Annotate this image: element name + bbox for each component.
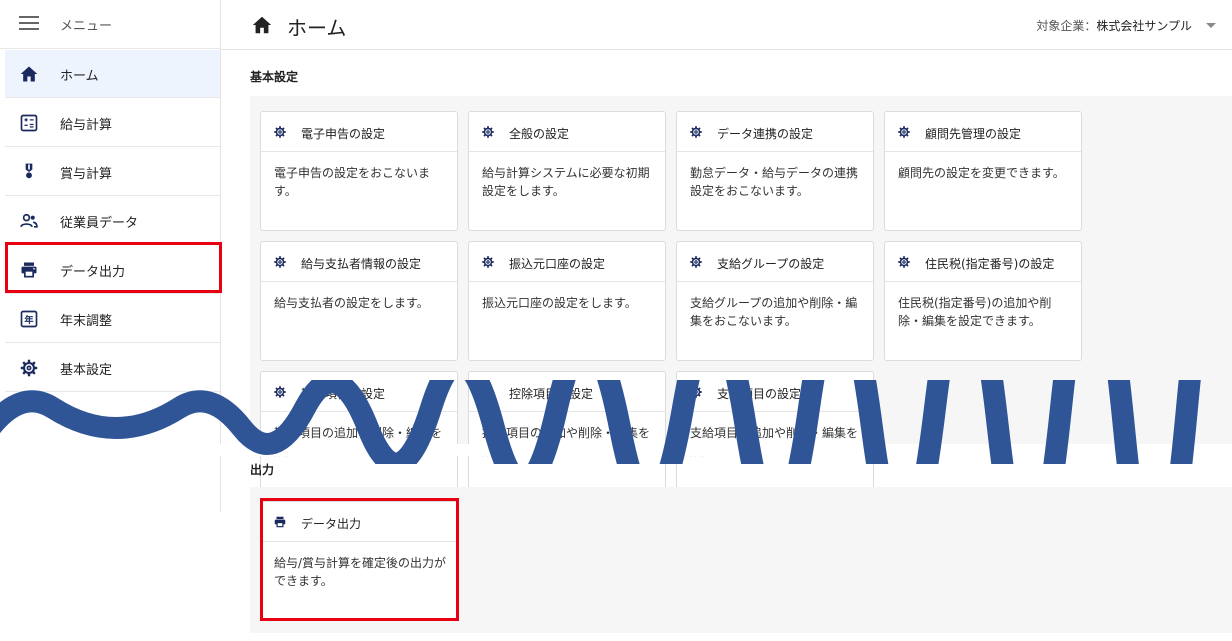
card-description: 顧問先の設定を変更できます。	[898, 166, 1065, 180]
sidebar-item-year-end[interactable]: 年 年末調整	[5, 295, 220, 343]
settings-card[interactable]: 顧問先管理の設定顧問先の設定を変更できます。	[884, 111, 1082, 231]
card-title: 電子申告の設定	[301, 127, 386, 141]
card-header: 全般の設定	[469, 112, 665, 152]
card-data-export[interactable]: データ出力 給与/賞与計算を確定後の出力ができます。	[260, 501, 458, 621]
settings-card[interactable]: 電子申告の設定電子申告の設定をおこないます。	[260, 111, 458, 231]
gear-icon	[481, 125, 495, 139]
gear-icon	[481, 255, 495, 269]
menu-header[interactable]: メニュー	[0, 0, 220, 49]
card-description: 給与/賞与計算を確定後の出力ができます。	[274, 556, 447, 588]
sidebar-item-employees[interactable]: 従業員データ	[5, 197, 220, 245]
menu-label: メニュー	[60, 19, 113, 34]
sidebar-item-label: ホーム	[60, 69, 99, 84]
gear-icon	[273, 255, 287, 269]
settings-card[interactable]: データ連携の設定勤怠データ・給与データの連携設定をおこないます。	[676, 111, 874, 231]
page-header: ホーム 対象企業：株式会社サンプル	[221, 0, 1232, 50]
card-title: データ連携の設定	[717, 127, 814, 141]
card-description: 住民税(指定番号)の追加や削除・編集を設定できます。	[898, 296, 1052, 328]
card-header: 電子申告の設定	[261, 112, 457, 152]
wave-divider	[0, 380, 1232, 464]
home-icon	[251, 14, 273, 36]
gear-icon	[273, 125, 287, 139]
settings-card[interactable]: 支給グループの設定支給グループの追加や削除・編集をおこないます。	[676, 241, 874, 361]
hamburger-menu-icon[interactable]	[19, 16, 39, 30]
svg-text:年: 年	[24, 314, 33, 326]
card-description: 電子申告の設定をおこないます。	[274, 166, 431, 198]
sidebar-item-label: データ出力	[60, 265, 126, 280]
settings-card[interactable]: 住民税(指定番号)の設定住民税(指定番号)の追加や削除・編集を設定できます。	[884, 241, 1082, 361]
sidebar-item-label: 賞与計算	[60, 167, 113, 182]
section-title-basic-settings: 基本設定	[250, 70, 299, 84]
card-description: 支給グループの追加や削除・編集をおこないます。	[690, 296, 858, 328]
company-name: 株式会社サンプル	[1096, 19, 1192, 33]
gear-icon	[897, 125, 911, 139]
settings-card[interactable]: 全般の設定給与計算システムに必要な初期設定をします。	[468, 111, 666, 231]
sidebar-item-home[interactable]: ホーム	[5, 50, 220, 98]
sidebar-item-payroll[interactable]: 給与計算	[5, 99, 220, 147]
sidebar-item-bonus[interactable]: 賞与計算	[5, 148, 220, 196]
card-description: 振込元口座の設定をします。	[482, 296, 637, 310]
chevron-down-icon[interactable]	[1206, 23, 1216, 28]
card-header: データ出力	[261, 502, 457, 542]
printer-icon	[19, 260, 39, 280]
sidebar-item-label: 給与計算	[60, 118, 113, 133]
card-header: 顧問先管理の設定	[885, 112, 1081, 152]
card-header: 住民税(指定番号)の設定	[885, 242, 1081, 282]
card-description: 給与計算システムに必要な初期設定をします。	[482, 166, 650, 198]
card-title: 住民税(指定番号)の設定	[925, 257, 1055, 271]
card-header: 支給グループの設定	[677, 242, 873, 282]
card-title: 支給グループの設定	[717, 257, 825, 271]
card-title: 全般の設定	[509, 127, 570, 141]
calculator-icon	[19, 113, 39, 133]
page-title: ホーム	[287, 16, 347, 40]
card-description: 給与支払者の設定をします。	[274, 296, 429, 310]
card-title: 振込元口座の設定	[509, 257, 606, 271]
card-header: 振込元口座の設定	[469, 242, 665, 282]
sidebar-item-label: 基本設定	[60, 363, 113, 378]
card-title: 顧問先管理の設定	[925, 127, 1022, 141]
gear-icon	[689, 255, 703, 269]
settings-card[interactable]: 振込元口座の設定振込元口座の設定をします。	[468, 241, 666, 361]
people-icon	[19, 211, 39, 231]
card-header: 給与支払者情報の設定	[261, 242, 457, 282]
printer-icon	[273, 515, 287, 529]
card-description: 勤怠データ・給与データの連携設定をおこないます。	[690, 166, 859, 198]
sidebar-item-label: 年末調整	[60, 314, 113, 329]
card-title: 給与支払者情報の設定	[301, 257, 422, 271]
home-icon	[19, 64, 39, 84]
settings-card[interactable]: 給与支払者情報の設定給与支払者の設定をします。	[260, 241, 458, 361]
section-title-output: 出力	[250, 463, 275, 477]
gear-icon	[19, 358, 39, 378]
gear-icon	[689, 125, 703, 139]
company-prefix: 対象企業：	[1036, 19, 1097, 33]
company-selector[interactable]: 対象企業：株式会社サンプル	[1036, 17, 1192, 34]
sidebar-item-label: 従業員データ	[60, 216, 139, 231]
award-icon	[19, 162, 39, 182]
gear-icon	[897, 255, 911, 269]
card-title: データ出力	[301, 517, 362, 531]
sidebar-item-data-export[interactable]: データ出力	[5, 246, 220, 294]
calendar-year-icon: 年	[19, 309, 39, 329]
card-header: データ連携の設定	[677, 112, 873, 152]
